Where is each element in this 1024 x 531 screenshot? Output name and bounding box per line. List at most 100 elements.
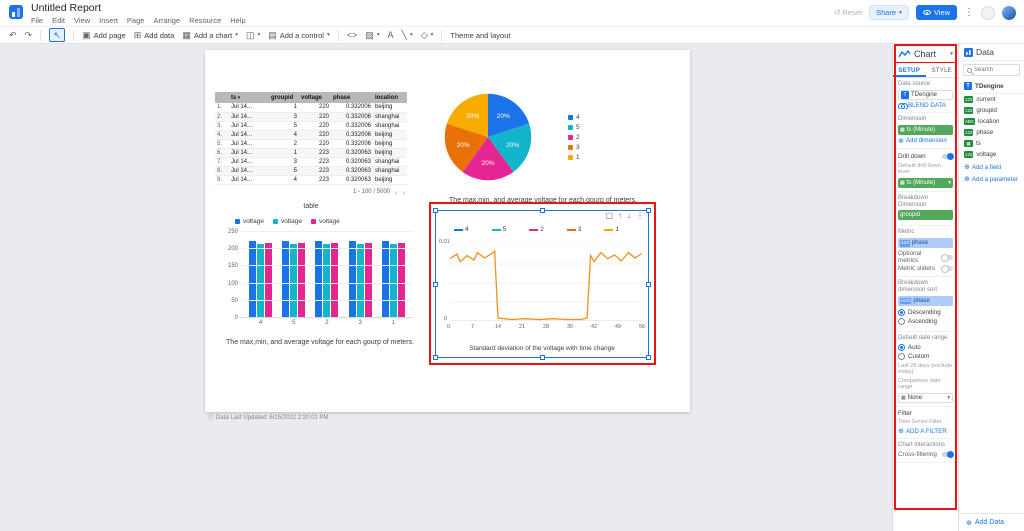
menu-file[interactable]: File <box>31 16 43 25</box>
selection-handle[interactable] <box>433 282 438 287</box>
field-voltage[interactable]: 123voltage <box>959 149 1024 160</box>
toolbar-url-embed[interactable]: <> <box>347 31 358 40</box>
add-data-label: Add data <box>144 31 174 40</box>
toolbar-undo[interactable]: ↶ <box>9 31 17 40</box>
selection-handle[interactable] <box>540 208 545 213</box>
sort-descending-option[interactable]: Descending <box>898 309 953 316</box>
date-auto-option[interactable]: Auto <box>898 344 953 351</box>
add-dimension-button[interactable]: Add dimension <box>898 137 953 145</box>
date-custom-option[interactable]: Custom <box>898 353 953 360</box>
pie-chart-widget[interactable]: 20%20%20%20%20% 45231 The max,min, and a… <box>415 88 671 204</box>
cell-ts: Jul 14... <box>229 130 269 139</box>
view-button[interactable]: View <box>916 5 957 20</box>
cell-location: shanghai <box>373 166 407 175</box>
toolbar-redo[interactable]: ↷ <box>25 31 33 40</box>
sort-chip[interactable]: AVG phase <box>898 296 953 306</box>
tab-style[interactable]: STYLE <box>926 64 959 77</box>
menu-page[interactable]: Page <box>127 16 145 25</box>
cell-phase: 0.320063 <box>331 148 373 157</box>
column-header-voltage[interactable]: voltage <box>299 92 331 103</box>
breakdown-chip[interactable]: groupid <box>898 210 953 220</box>
field-phase[interactable]: 123phase <box>959 127 1024 138</box>
toolbar-add-control[interactable]: ▤Add a control▾ <box>268 31 329 40</box>
arrow-up-icon[interactable]: ↑ <box>618 212 622 220</box>
blend-data-button[interactable]: BLEND DATA <box>898 102 953 109</box>
menu-resource[interactable]: Resource <box>189 16 221 25</box>
column-header-location[interactable]: location <box>373 92 407 103</box>
comparison-select[interactable]: ▦ None ▾ <box>898 393 953 403</box>
column-header-ts[interactable]: ts ▾ <box>229 92 269 103</box>
metric-chip[interactable]: 123 phase <box>898 238 953 248</box>
menu-arrange[interactable]: Arrange <box>153 16 180 25</box>
cell-location: beijing <box>373 130 407 139</box>
url-embed-icon: <> <box>347 31 358 40</box>
tab-setup[interactable]: SETUP <box>893 64 926 77</box>
cell-location: beijing <box>373 175 407 184</box>
help-avatar[interactable] <box>981 6 995 20</box>
toolbar-theme-layout[interactable]: Theme and layout <box>450 31 510 40</box>
legend-item-2: 2 <box>529 226 544 233</box>
toolbar-add-data[interactable]: ⊞Add data <box>134 31 175 40</box>
toolbar-line[interactable]: ╲▾ <box>402 31 413 40</box>
legend-swatch <box>568 145 573 150</box>
cross-filtering-toggle[interactable] <box>942 452 953 457</box>
y-axis-max-label: 0.01 <box>439 239 450 245</box>
drill-down-toggle[interactable] <box>942 154 953 159</box>
toolbar-add-chart[interactable]: ▦Add a chart▾ <box>182 31 238 40</box>
menu-edit[interactable]: Edit <box>52 16 65 25</box>
report-title[interactable]: Untitled Report <box>31 2 246 14</box>
more-vertical-icon[interactable]: ⋮ <box>636 212 644 220</box>
toolbar-shape[interactable]: ◇▾ <box>421 31 434 40</box>
row-number: 3. <box>215 121 229 130</box>
field-location[interactable]: ABClocation <box>959 116 1024 127</box>
data-source-chip[interactable]: TDengine <box>898 90 953 100</box>
add-parameter-button[interactable]: Add a parameter <box>964 175 1019 183</box>
add-data-button[interactable]: Add Data <box>959 513 1024 531</box>
column-header-phase[interactable]: phase <box>331 92 373 103</box>
more-options-icon[interactable]: ⋮ <box>964 7 974 18</box>
menu-view[interactable]: View <box>74 16 90 25</box>
time-series-widget[interactable]: ▢↑↓⋮ 45231 0.01 0 0714212835424956 Stand… <box>435 210 649 358</box>
optional-metrics-toggle[interactable] <box>942 255 953 260</box>
avatar[interactable] <box>1002 6 1016 20</box>
selection-handle[interactable] <box>433 208 438 213</box>
frame-icon[interactable]: ▢ <box>605 212 613 220</box>
report-canvas[interactable]: ts ▾groupidvoltagephaselocation1.Jul 14.… <box>0 44 892 531</box>
next-page-icon[interactable]: › <box>403 188 406 197</box>
field-groupid[interactable]: 123groupid <box>959 105 1024 116</box>
toolbar-community-visualizations[interactable]: ◫▾ <box>246 31 260 40</box>
chart-type-selector[interactable]: Chart ▾ <box>893 44 958 64</box>
menu-insert[interactable]: Insert <box>99 16 118 25</box>
toolbar-separator <box>441 30 442 41</box>
add-filter-button[interactable]: ADD A FILTER <box>898 427 953 435</box>
prev-page-icon[interactable]: ‹ <box>395 188 398 197</box>
selection-handle[interactable] <box>433 355 438 360</box>
data-source-row[interactable]: TDengine <box>959 79 1024 94</box>
toolbar-select-tool[interactable]: ↖ <box>49 28 65 42</box>
column-header-groupid[interactable]: groupid <box>269 92 299 103</box>
toolbar-text[interactable]: A <box>388 31 394 40</box>
dimension-chip[interactable]: ▦ ts (Minute) <box>898 125 953 135</box>
share-button[interactable]: Share▾ <box>869 5 909 20</box>
search-input[interactable] <box>974 67 1016 73</box>
toolbar-separator <box>40 30 41 41</box>
toolbar-add-page[interactable]: ▣Add page <box>82 31 126 40</box>
selection-handle[interactable] <box>646 208 651 213</box>
toolbar-image[interactable]: ▨▾ <box>365 31 379 40</box>
add-field-button[interactable]: Add a field <box>964 163 1019 171</box>
field-current[interactable]: 123current <box>959 94 1024 105</box>
menu-help[interactable]: Help <box>230 16 245 25</box>
reset-button[interactable]: ↺Reset <box>834 8 862 17</box>
report-page[interactable]: ts ▾groupidvoltagephaselocation1.Jul 14.… <box>205 50 690 412</box>
sort-ascending-option[interactable]: Ascending <box>898 318 953 325</box>
selection-handle[interactable] <box>646 355 651 360</box>
selection-handle[interactable] <box>540 355 545 360</box>
drill-level-select[interactable]: ▦ ts (Minute) ▾ <box>898 178 953 188</box>
bar-chart-widget[interactable]: voltagevoltagevoltage 050100150200250 45… <box>219 218 421 346</box>
table-chart-widget[interactable]: ts ▾groupidvoltagephaselocation1.Jul 14.… <box>215 92 411 210</box>
field-search[interactable] <box>963 64 1020 76</box>
selection-handle[interactable] <box>646 282 651 287</box>
field-ts[interactable]: ▦ts <box>959 138 1024 149</box>
metric-sliders-toggle[interactable] <box>942 266 953 271</box>
download-icon[interactable]: ↓ <box>627 212 631 220</box>
